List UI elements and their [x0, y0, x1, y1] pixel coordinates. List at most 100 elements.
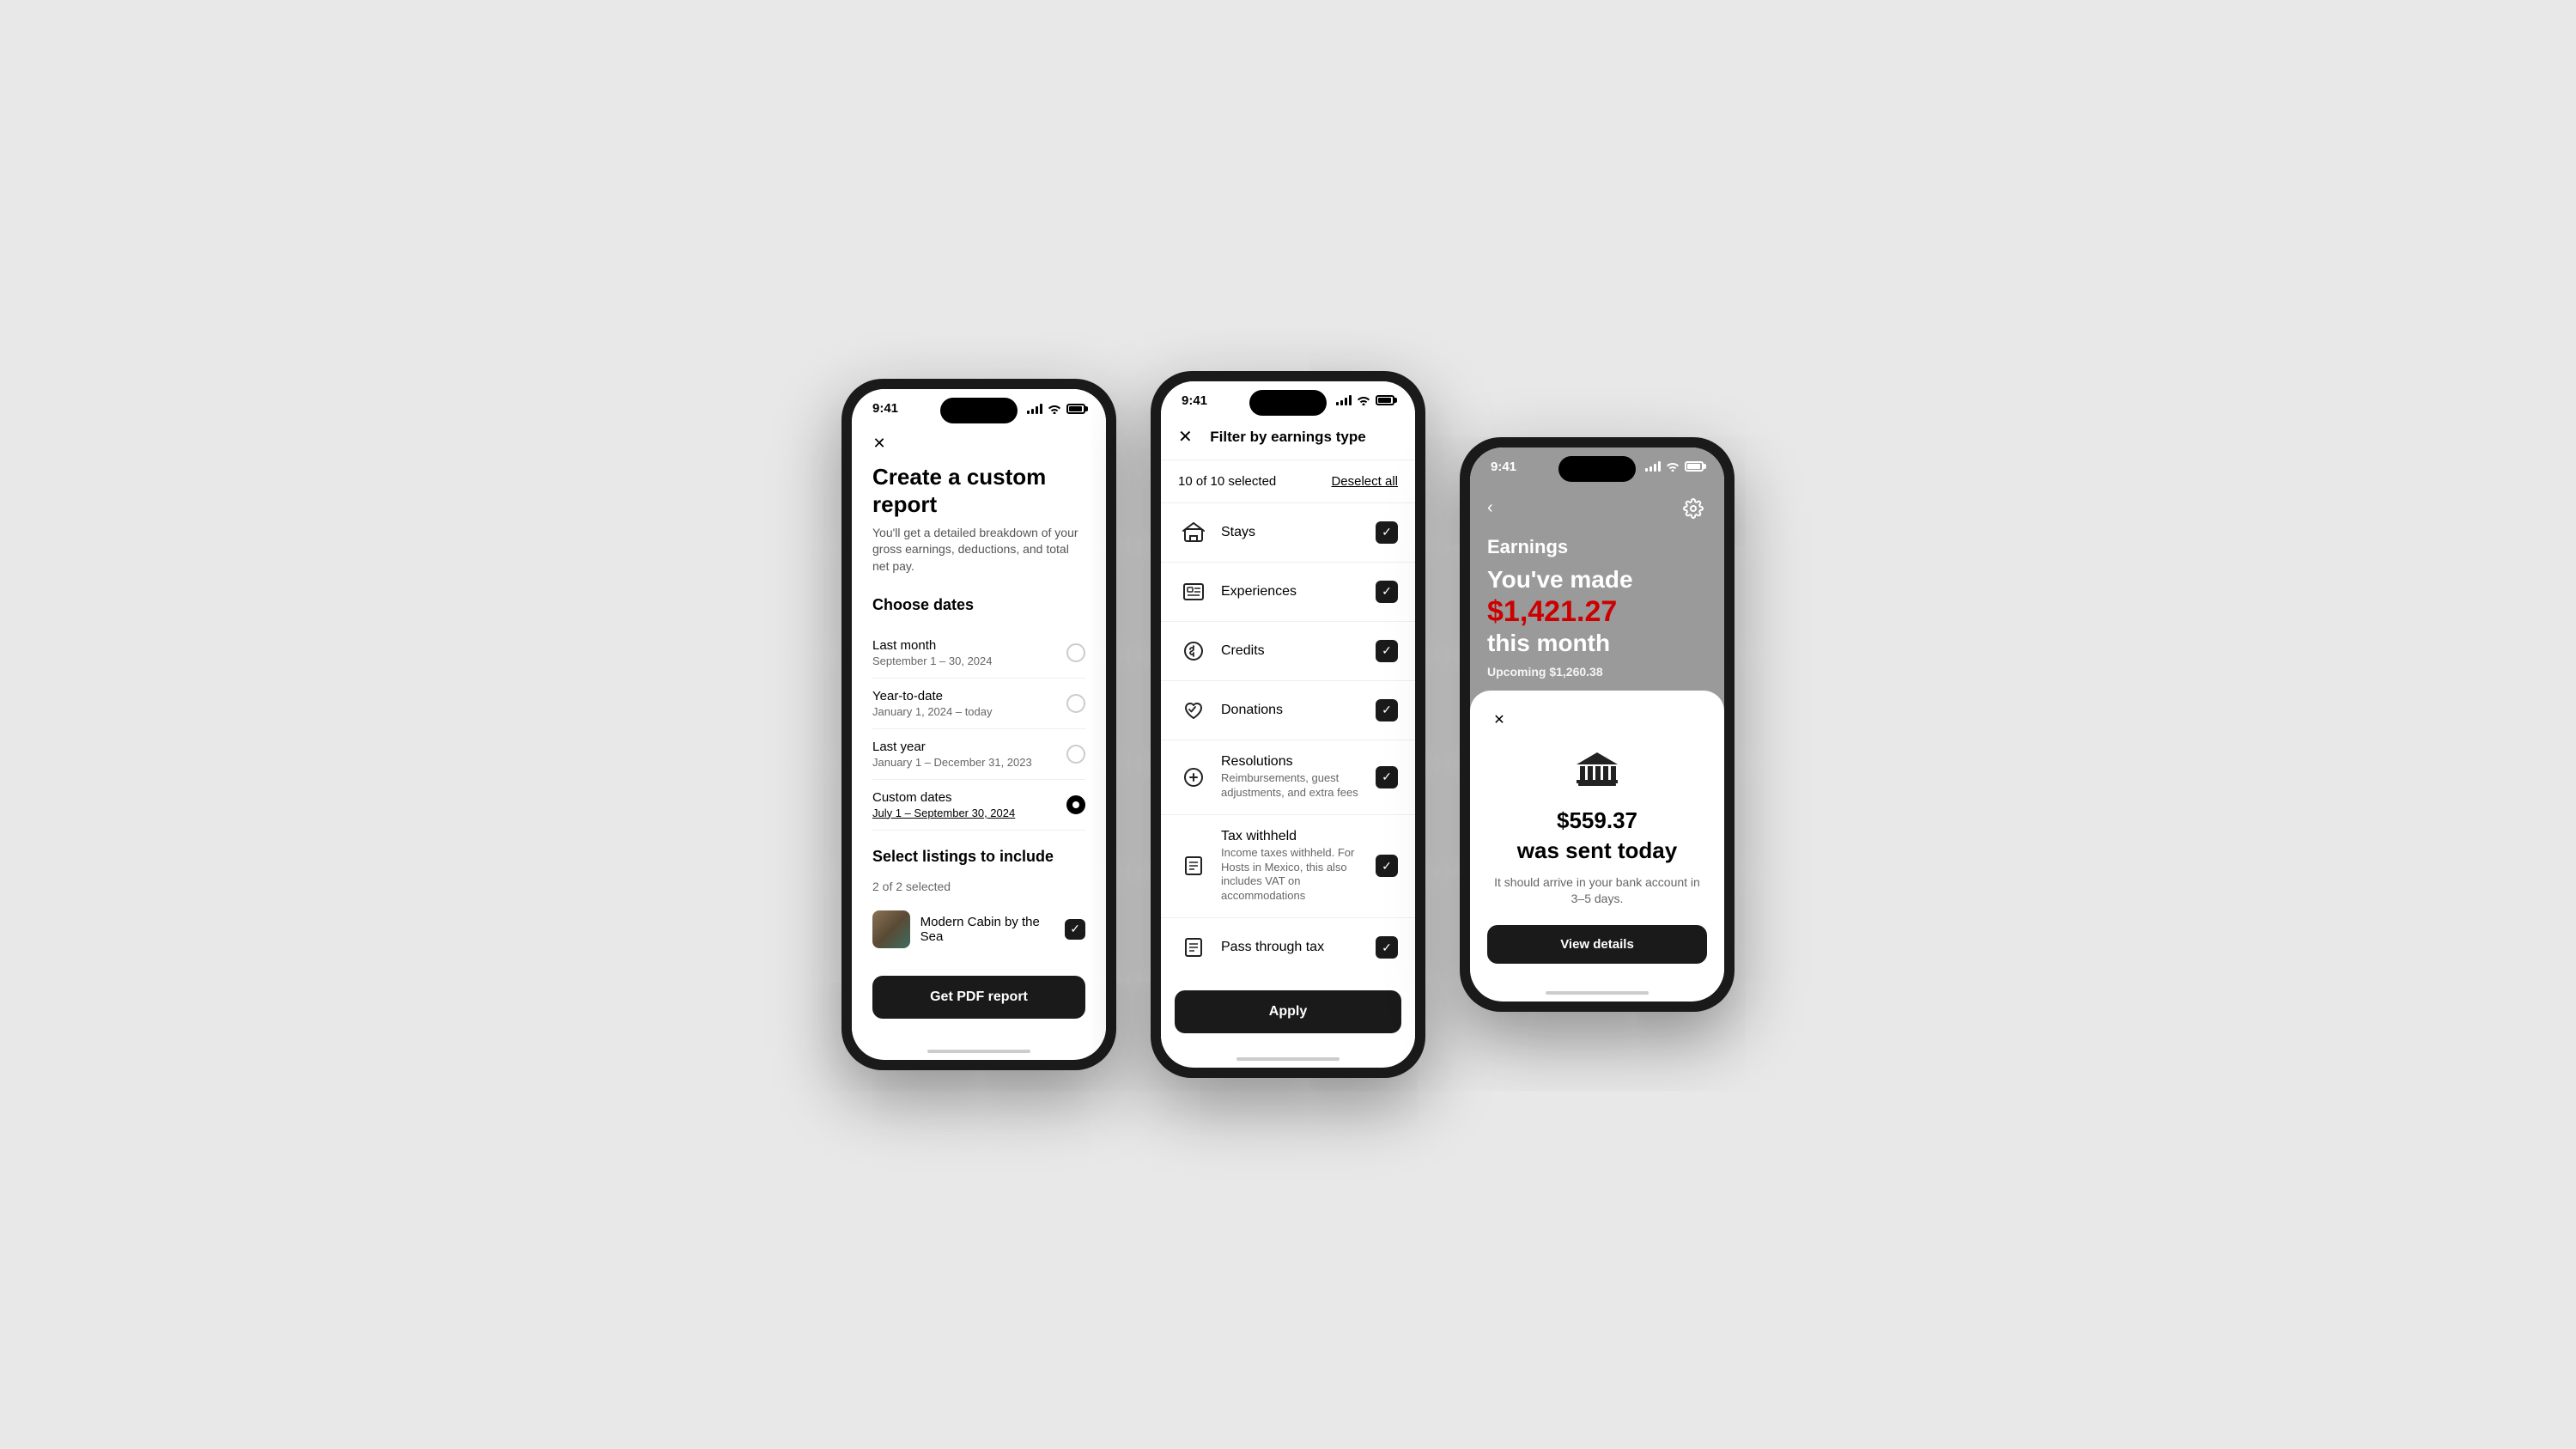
home-indicator-2 — [1236, 1057, 1340, 1061]
filter-item-resolutions[interactable]: Resolutions Reimbursements, guest adjust… — [1161, 740, 1415, 814]
view-details-button[interactable]: View details — [1487, 925, 1707, 964]
date-option-0[interactable]: Last month September 1 – 30, 2024 — [872, 628, 1085, 679]
settings-button[interactable] — [1680, 495, 1707, 522]
close-button-1[interactable]: ✕ — [866, 429, 893, 457]
status-icons-3 — [1645, 461, 1704, 472]
filter-item-credits[interactable]: Credits ✓ — [1161, 621, 1415, 680]
screen-2: ✕ Filter by earnings type 10 of 10 selec… — [1161, 415, 1415, 1047]
home-indicator-3 — [1546, 991, 1649, 995]
date-range-3: July 1 – September 30, 2024 — [872, 807, 1015, 819]
date-range-1: January 1, 2024 – today — [872, 705, 993, 718]
report-content: Create a custom report You'll get a deta… — [852, 464, 1106, 1038]
stays-checkbox[interactable]: ✓ — [1376, 521, 1398, 544]
earnings-nav: ‹ — [1487, 495, 1707, 522]
pass-tax-checkbox[interactable]: ✓ — [1376, 936, 1398, 959]
status-icons-2 — [1336, 395, 1394, 405]
date-label-1: Year-to-date — [872, 689, 993, 703]
earnings-label: Earnings — [1487, 536, 1707, 558]
filter-item-stays[interactable]: Stays ✓ — [1161, 502, 1415, 562]
experiences-checkbox[interactable]: ✓ — [1376, 581, 1398, 603]
date-range-0: September 1 – 30, 2024 — [872, 654, 993, 667]
date-label-2: Last year — [872, 740, 1032, 754]
date-label-0: Last month — [872, 638, 993, 653]
apply-button[interactable]: Apply — [1175, 990, 1401, 1033]
back-button[interactable]: ‹ — [1487, 498, 1493, 518]
dynamic-island-3 — [1558, 456, 1636, 482]
screen-3: ‹ Earnings You've made $1,421.27 this mo… — [1470, 481, 1724, 981]
earnings-text: You've made $1,421.27 this month — [1487, 565, 1707, 658]
tax-sublabel: Income taxes withheld. For Hosts in Mexi… — [1221, 846, 1376, 904]
wifi-icon-3 — [1666, 461, 1680, 472]
status-time-1: 9:41 — [872, 401, 898, 416]
date-range-2: January 1 – December 31, 2023 — [872, 756, 1032, 769]
tax-label: Tax withheld — [1221, 829, 1376, 844]
report-title: Create a custom report — [872, 464, 1085, 517]
status-bar-2: 9:41 — [1161, 381, 1415, 415]
radio-0[interactable] — [1066, 643, 1085, 662]
this-month-text: this month — [1487, 630, 1610, 656]
payment-amount: $559.37 — [1487, 807, 1707, 834]
signal-bars-1 — [1027, 404, 1042, 414]
filter-selection-row: 10 of 10 selected Deselect all — [1161, 460, 1415, 502]
radio-1[interactable] — [1066, 694, 1085, 713]
credits-label: Credits — [1221, 643, 1376, 659]
status-bar-3: 9:41 — [1470, 447, 1724, 481]
signal-bars-2 — [1336, 395, 1352, 405]
report-subtitle: You'll get a detailed breakdown of your … — [872, 525, 1085, 575]
battery-1 — [1066, 404, 1085, 414]
pass-tax-icon — [1178, 932, 1209, 963]
resolutions-checkbox[interactable]: ✓ — [1376, 766, 1398, 788]
tax-icon — [1178, 850, 1209, 881]
listings-count: 2 of 2 selected — [872, 880, 1085, 893]
pass-tax-label: Pass through tax — [1221, 940, 1376, 955]
bank-icon — [1573, 746, 1621, 794]
status-icons-1 — [1027, 404, 1085, 414]
credits-checkbox[interactable]: ✓ — [1376, 640, 1398, 662]
filter-item-experiences[interactable]: Experiences ✓ — [1161, 562, 1415, 621]
battery-3 — [1685, 461, 1704, 472]
date-option-2[interactable]: Last year January 1 – December 31, 2023 — [872, 729, 1085, 780]
experiences-label: Experiences — [1221, 584, 1376, 600]
listings-section: Select listings to include 2 of 2 select… — [872, 848, 1085, 955]
filter-title: Filter by earnings type — [1210, 429, 1365, 446]
listing-image — [872, 910, 910, 948]
tax-checkbox[interactable]: ✓ — [1376, 855, 1398, 877]
date-option-1[interactable]: Year-to-date January 1, 2024 – today — [872, 679, 1085, 729]
donations-checkbox[interactable]: ✓ — [1376, 699, 1398, 721]
radio-2[interactable] — [1066, 745, 1085, 764]
filter-close-button[interactable]: ✕ — [1178, 426, 1193, 447]
battery-2 — [1376, 395, 1394, 405]
resolutions-label: Resolutions — [1221, 754, 1376, 770]
deselect-all-button[interactable]: Deselect all — [1331, 474, 1398, 489]
donations-label: Donations — [1221, 703, 1376, 718]
stays-icon — [1178, 517, 1209, 548]
donations-icon — [1178, 695, 1209, 726]
signal-bars-3 — [1645, 461, 1661, 472]
filter-item-pass-tax[interactable]: Pass through tax ✓ — [1161, 917, 1415, 977]
wifi-icon-1 — [1048, 404, 1061, 414]
payment-description: It should arrive in your bank account in… — [1487, 874, 1707, 908]
radio-3[interactable] — [1066, 795, 1085, 814]
screen-1: ✕ Create a custom report You'll get a de… — [852, 429, 1106, 1038]
filter-header: ✕ Filter by earnings type — [1161, 415, 1415, 460]
dynamic-island-1 — [940, 398, 1018, 423]
wifi-icon-2 — [1357, 395, 1370, 405]
get-pdf-button[interactable]: Get PDF report — [872, 976, 1085, 1019]
status-time-3: 9:41 — [1491, 460, 1516, 474]
listings-heading: Select listings to include — [872, 848, 1085, 866]
resolutions-sublabel: Reimbursements, guest adjustments, and e… — [1221, 771, 1376, 801]
credits-icon — [1178, 636, 1209, 667]
modal-close-button[interactable]: ✕ — [1487, 708, 1511, 732]
filter-item-donations[interactable]: Donations ✓ — [1161, 680, 1415, 740]
listing-item[interactable]: Modern Cabin by the Sea ✓ — [872, 904, 1085, 955]
phone-2: 9:41 ✕ Filter by earnings t — [1151, 371, 1425, 1078]
earnings-amount: $1,421.27 — [1487, 595, 1617, 628]
stays-label: Stays — [1221, 525, 1376, 540]
listing-checkbox[interactable]: ✓ — [1065, 919, 1085, 940]
home-indicator-1 — [927, 1050, 1030, 1053]
status-bar-1: 9:41 — [852, 389, 1106, 423]
date-option-3[interactable]: Custom dates July 1 – September 30, 2024 — [872, 780, 1085, 831]
filter-item-tax[interactable]: Tax withheld Income taxes withheld. For … — [1161, 814, 1415, 918]
status-time-2: 9:41 — [1182, 393, 1207, 408]
date-label-3: Custom dates — [872, 790, 1015, 805]
